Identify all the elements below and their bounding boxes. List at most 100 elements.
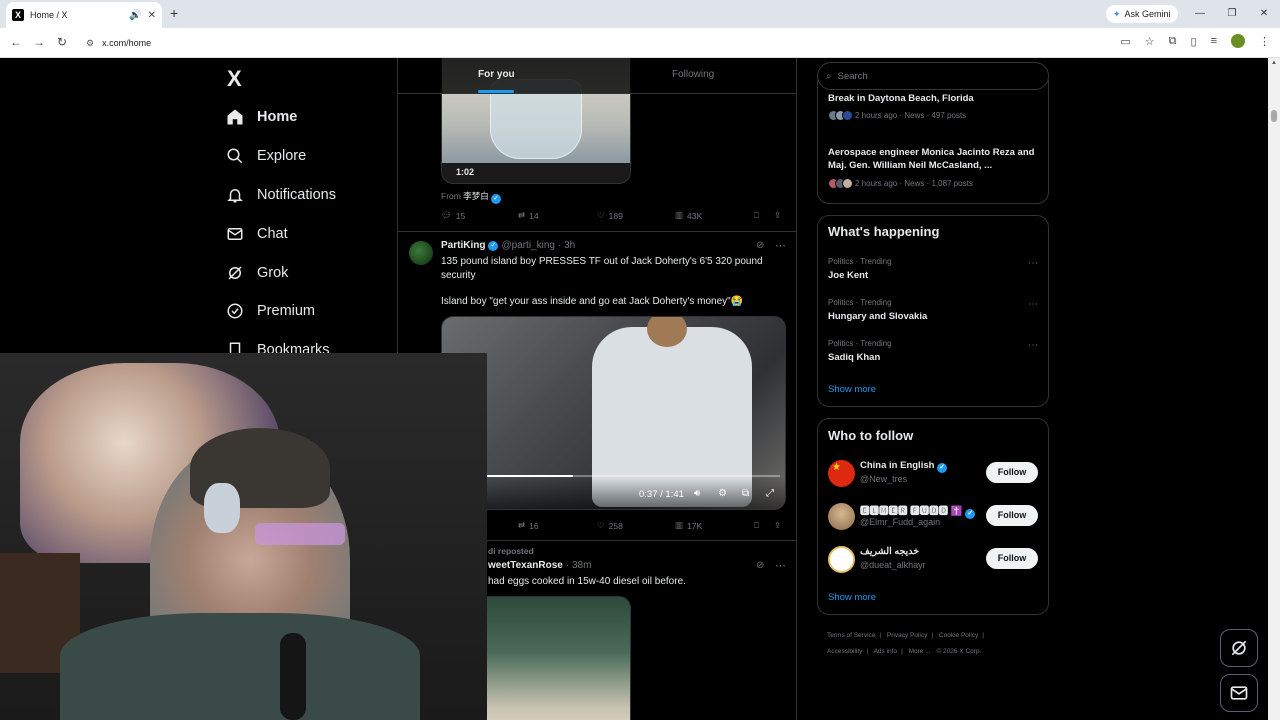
sidepanel-icon[interactable]: ▯ [1191, 35, 1197, 48]
follow-button[interactable]: Follow [986, 462, 1038, 483]
speaker-icon[interactable]: 🔊 [129, 10, 141, 21]
more-icon[interactable]: ⋯ [1028, 299, 1038, 310]
repost-button[interactable]: ⇄ 16 [518, 520, 539, 531]
star-icon[interactable]: ☆ [1145, 35, 1155, 48]
more-icon[interactable]: ⋯ [1028, 258, 1038, 269]
forward-icon[interactable]: → [33, 35, 45, 49]
author-name[interactable]: PartiKing [441, 240, 485, 251]
scroll-up-icon[interactable]: ▲ [1271, 60, 1277, 66]
trend-name[interactable]: Joe Kent [828, 270, 868, 281]
privacy-link[interactable]: Privacy Policy [887, 632, 927, 639]
nav-explore[interactable]: Explore [222, 144, 306, 168]
account-handle[interactable]: @New_tres [860, 474, 907, 484]
like-button[interactable]: ♡ 189 [597, 210, 623, 221]
account-name[interactable]: China in English ✓ [860, 460, 948, 473]
share-button[interactable]: ⇪ [774, 210, 781, 221]
ads-info-link[interactable]: Ads info [874, 648, 898, 655]
follow-button[interactable]: Follow [986, 505, 1038, 526]
trend-category: Politics · Trending [828, 257, 892, 266]
reload-icon[interactable]: ↻ [57, 35, 67, 49]
nav-notifications[interactable]: Notifications [222, 183, 336, 207]
new-tab-icon[interactable]: + [170, 5, 178, 21]
browser-tab[interactable]: X Home / X 🔊 ✕ [6, 2, 162, 28]
grok-fab-button[interactable] [1220, 629, 1258, 667]
back-icon[interactable]: ← [10, 35, 22, 49]
accessibility-link[interactable]: Accessibility [827, 648, 862, 655]
messages-fab-button[interactable] [1220, 674, 1258, 712]
tab-for-you[interactable]: For you [478, 58, 515, 94]
nav-grok[interactable]: Grok [222, 261, 288, 285]
minimize-icon[interactable]: — [1184, 0, 1216, 28]
grok-icon[interactable]: ⊘ [756, 240, 764, 251]
more-icon[interactable]: ⋯ [775, 559, 786, 572]
close-tab-icon[interactable]: ✕ [148, 10, 156, 21]
page-scrollbar[interactable]: ▲ [1268, 58, 1280, 720]
bookmark-button[interactable]: ⎕ [754, 520, 759, 531]
verified-badge-icon: ✓ [965, 509, 976, 519]
author-handle[interactable]: @parti_king [501, 240, 555, 251]
post-video[interactable]: 0:37 / 1:41 🔊︎ ⚙ ⧉ ⤢ [441, 316, 786, 510]
show-more-link[interactable]: Show more [828, 592, 876, 603]
volume-icon[interactable]: 🔊︎ [694, 488, 700, 499]
nav-home[interactable]: Home [222, 105, 297, 129]
more-link[interactable]: More ... [909, 648, 931, 655]
x-logo[interactable]: X [227, 66, 242, 92]
ask-gemini-button[interactable]: ✦ Ask Gemini [1106, 5, 1178, 23]
account-handle[interactable]: @dueat_alkhayr [860, 560, 926, 570]
news-headline[interactable]: Aerospace engineer Monica Jacinto Reza a… [828, 146, 1043, 172]
bookmark-button[interactable]: ⎕ [754, 210, 759, 221]
repost-label[interactable]: di reposted [488, 546, 534, 556]
scroll-thumb[interactable] [1271, 110, 1277, 122]
extensions-icon[interactable]: ⧉ [1169, 35, 1177, 48]
nav-premium[interactable]: Premium [222, 299, 315, 323]
reply-button[interactable]: 💬︎ 15 [441, 210, 465, 221]
post-time[interactable]: · 3h [558, 240, 575, 251]
show-more-link[interactable]: Show more [828, 384, 876, 395]
views-button[interactable]: ▥ 17K [675, 520, 702, 531]
profile-avatar[interactable] [1231, 34, 1245, 48]
avatar[interactable] [828, 546, 855, 573]
tab-following[interactable]: Following [672, 58, 714, 94]
chart-icon: ▥ [675, 210, 684, 220]
menu-icon[interactable]: ⋮ [1259, 35, 1270, 48]
from-attribution[interactable]: From 李梦白 ✓ [441, 190, 502, 204]
post-time[interactable]: · 38m [566, 560, 592, 571]
search-input[interactable]: ⌕ Search [817, 62, 1049, 90]
like-button[interactable]: ♡ 258 [597, 520, 623, 531]
nav-chat[interactable]: Chat [222, 222, 288, 246]
popout-icon[interactable]: ⧉ [742, 488, 749, 499]
cast-icon[interactable]: ▭ [1120, 35, 1130, 48]
terms-link[interactable]: Terms of Service [827, 632, 875, 639]
more-icon[interactable]: ⋯ [775, 239, 786, 252]
media-icon[interactable]: ≡ [1211, 35, 1217, 47]
restore-icon[interactable]: ❐ [1216, 0, 1248, 28]
views-button[interactable]: ▥ 43K [675, 210, 702, 221]
grok-icon[interactable]: ⊘ [756, 560, 764, 571]
view-count: 17K [687, 520, 703, 531]
share-button[interactable]: ⇪ [774, 520, 781, 531]
more-icon[interactable]: ⋯ [1028, 340, 1038, 351]
trend-name[interactable]: Sadiq Khan [828, 352, 880, 363]
news-meta: 2 hours ago · News · 497 posts [828, 110, 966, 121]
follow-button[interactable]: Follow [986, 548, 1038, 569]
separator: | [901, 648, 903, 655]
avatar[interactable]: ★ [828, 460, 855, 487]
glasses-image [255, 523, 345, 545]
account-handle[interactable]: @Elmr_Fudd_again [860, 517, 940, 527]
news-headline[interactable]: Break in Daytona Beach, Florida [828, 92, 1043, 105]
settings-icon[interactable]: ⚙ [718, 488, 727, 499]
url-bar[interactable]: ⚙ x.com/home [80, 32, 1070, 54]
avatar[interactable] [828, 503, 855, 530]
avatar[interactable] [409, 241, 433, 265]
cookie-link[interactable]: Cookie Policy [939, 632, 978, 639]
fullscreen-icon[interactable]: ⤢ [766, 488, 774, 499]
post-header: weetTexanRose · 38m [488, 560, 591, 571]
trend-name[interactable]: Hungary and Slovakia [828, 311, 927, 322]
repost-button[interactable]: ⇄ 14 [518, 210, 539, 221]
video-progress-track[interactable] [452, 475, 780, 477]
site-info-icon[interactable]: ⚙ [86, 38, 94, 49]
account-name[interactable]: خديجه الشريف [860, 546, 919, 557]
author-name[interactable]: weetTexanRose [488, 560, 563, 571]
close-window-icon[interactable]: ✕ [1248, 0, 1280, 28]
search-icon [222, 146, 248, 166]
